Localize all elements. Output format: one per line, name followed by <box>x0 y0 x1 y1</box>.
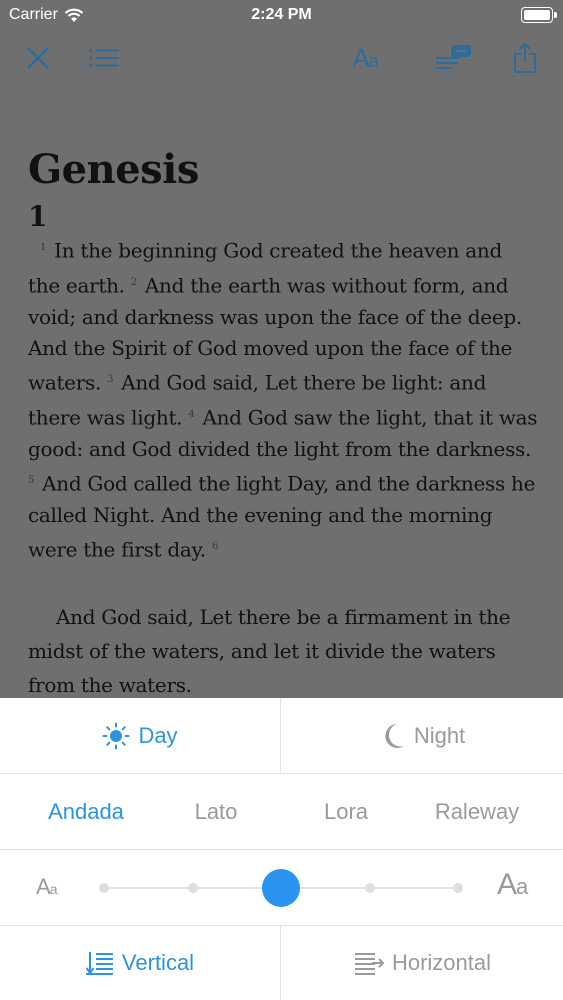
status-bar: Carrier 2:24 PM <box>0 0 563 30</box>
sun-icon <box>102 722 130 749</box>
clock: 2:24 PM <box>251 6 312 23</box>
font-size-slider-thumb[interactable] <box>262 869 300 907</box>
verse-number: 1 <box>40 242 47 253</box>
list-icon <box>89 49 119 67</box>
horizontal-label: Horizontal <box>391 950 492 975</box>
battery-icon <box>521 7 557 23</box>
theme-row: Day Night <box>0 698 563 774</box>
reader-toolbar: Aa <box>0 34 563 82</box>
large-a-big-letter: A <box>497 868 517 901</box>
notes-bubble-icon <box>436 45 471 69</box>
decrease-font-size-icon[interactable]: Aa <box>36 874 58 900</box>
font-family-row: Andada Lato Lora Raleway <box>0 774 563 850</box>
verse-number: 2 <box>130 276 137 288</box>
verse-number: 6 <box>211 541 218 553</box>
verse-number: 5 <box>28 475 35 487</box>
font-size-icon: Aa <box>352 42 379 74</box>
night-label: Night <box>413 722 466 748</box>
small-a-small-letter: a <box>49 881 58 897</box>
small-a-big-letter: A <box>36 874 51 899</box>
font-size-slider-stop[interactable] <box>453 883 463 893</box>
notes-button[interactable] <box>433 38 473 78</box>
font-size-slider-stop[interactable] <box>187 883 198 893</box>
font-option-raleway[interactable]: Raleway <box>412 774 542 850</box>
day-theme-button[interactable]: Day <box>0 698 281 773</box>
paragraph: 1 In the beginning God created the heave… <box>28 232 538 566</box>
close-button[interactable] <box>18 38 58 78</box>
night-theme-button[interactable]: Night <box>282 698 563 773</box>
table-of-contents-button[interactable] <box>84 38 124 78</box>
font-size-slider-stop[interactable] <box>99 883 109 893</box>
verse-text: And God called the light Day, and the da… <box>28 471 536 562</box>
book-content: Genesis 1 1 In the beginning God created… <box>28 142 538 698</box>
vertical-scroll-icon <box>85 952 113 975</box>
day-label: Day <box>138 722 178 748</box>
battery-fill <box>524 10 550 20</box>
reading-settings-panel: Day Night Andada Lato Lora Raleway Aa Aa <box>0 698 563 1000</box>
font-size-row: Aa Aa <box>0 850 563 926</box>
horizontal-scroll-icon <box>354 953 384 975</box>
battery-tip <box>554 12 557 18</box>
increase-font-size-icon[interactable]: Aa <box>497 868 528 902</box>
font-settings-button[interactable]: Aa <box>343 38 387 78</box>
font-icon-big-letter: A <box>352 42 369 73</box>
share-icon <box>514 42 536 73</box>
font-size-slider-stop[interactable] <box>364 883 375 893</box>
close-icon <box>27 47 49 69</box>
vertical-scroll-button[interactable]: Vertical <box>0 926 281 1000</box>
book-title: Genesis <box>28 146 199 193</box>
verse-number: 4 <box>188 408 195 420</box>
moon-icon <box>385 723 404 748</box>
chapter-number: 1 <box>28 200 48 233</box>
paragraph: And God said, Let there be a firmament i… <box>28 604 511 697</box>
font-icon-small-letter: a <box>368 50 379 71</box>
verse-number: 3 <box>107 374 114 386</box>
font-option-lato[interactable]: Lato <box>151 774 281 850</box>
horizontal-scroll-button[interactable]: Horizontal <box>282 926 563 1000</box>
font-option-andada[interactable]: Andada <box>21 774 151 850</box>
reader-view: Carrier 2:24 PM Aa Genesis 1 1 In the be… <box>0 0 563 698</box>
large-a-small-letter: a <box>516 874 528 899</box>
font-option-lora[interactable]: Lora <box>281 774 411 850</box>
share-button[interactable] <box>505 38 545 78</box>
vertical-label: Vertical <box>121 950 195 975</box>
scroll-mode-row: Vertical Horizontal <box>0 926 563 1000</box>
